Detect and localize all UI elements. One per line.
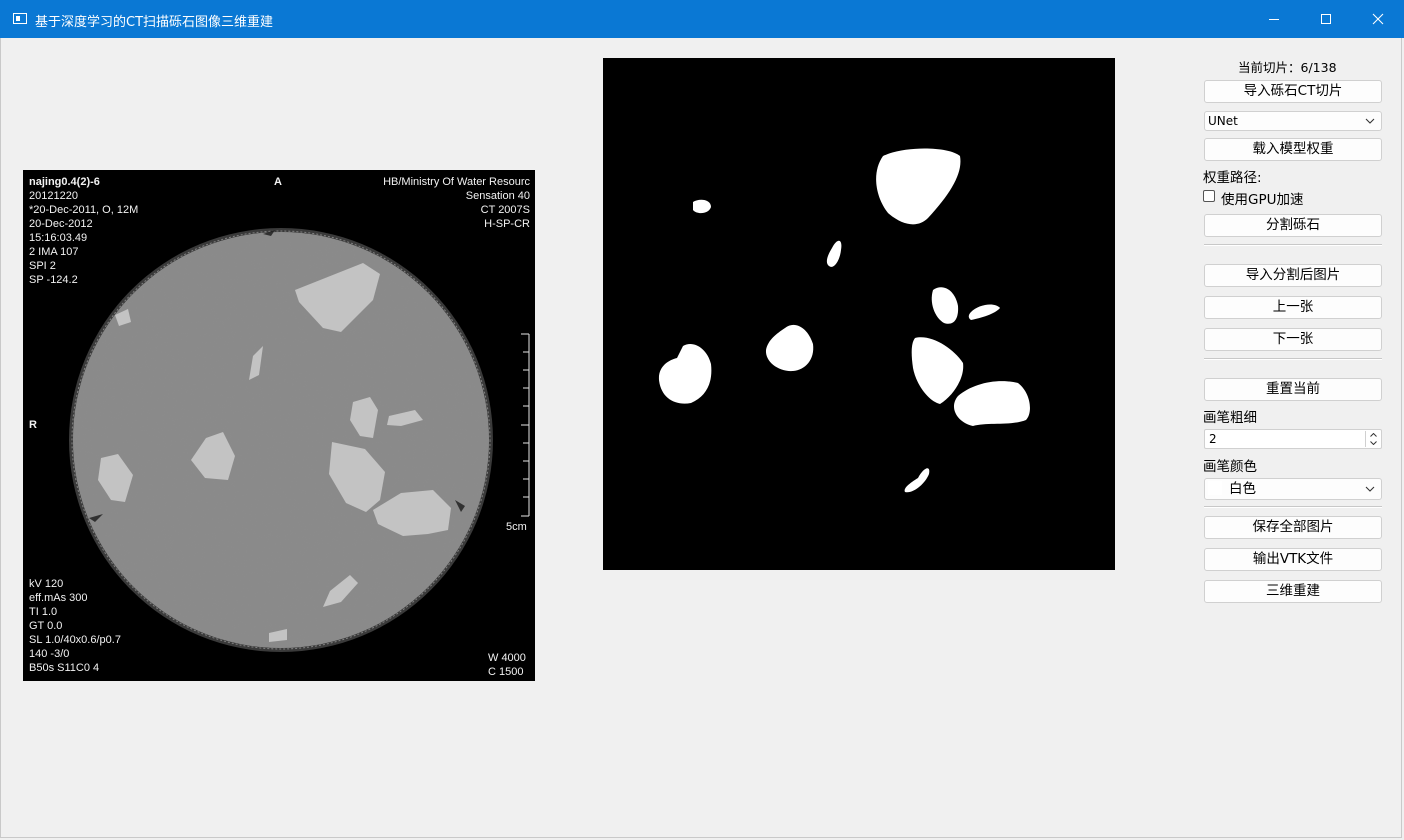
spin-down-icon[interactable] [1366,439,1380,447]
mask-blob [765,324,814,372]
3d-reconstruct-button[interactable]: 三维重建 [1204,580,1382,603]
ct-info-line: Sensation 40 [465,190,530,202]
mask-blob [658,344,712,404]
title-bar: 基于深度学习的CT扫描砾石图像三维重建 [0,0,1404,38]
brush-size-spinbox[interactable]: 2 [1204,429,1382,449]
ct-info-line: 2 IMA 107 [29,246,79,258]
model-select-value: UNet [1208,114,1238,128]
mask-blob [826,240,842,267]
segment-gravel-button[interactable]: 分割砾石 [1204,214,1382,237]
ct-info-bottom-left: kV 120 eff.mAs 300 TI 1.0 GT 0.0 SL 1.0/… [29,577,121,675]
mask-blob [968,304,1000,320]
ct-info-line: TI 1.0 [29,606,58,618]
brush-size-label: 画笔粗细 [1203,410,1257,426]
brush-color-select[interactable]: 白色 [1204,478,1382,500]
ct-info-line: eff.mAs 300 [29,592,88,604]
ct-info-line: SPI 2 [29,260,56,272]
reset-current-button[interactable]: 重置当前 [1204,378,1382,401]
ct-window-center: C 1500 [488,666,524,678]
ct-info-line: 20-Dec-2012 [29,218,93,230]
segmentation-mask-canvas[interactable] [603,58,1115,570]
ct-info-line: B50s S11C0 4 [29,662,100,674]
mask-blob [693,199,711,214]
color-swatch [1208,481,1222,495]
ct-window-width: W 4000 [488,652,526,664]
export-vtk-button[interactable]: 输出VTK文件 [1204,548,1382,571]
next-slice-button[interactable]: 下一张 [1204,328,1382,351]
ct-info-line: 20121220 [29,190,78,202]
ct-window-level: W 4000 C 1500 [488,651,526,679]
gpu-acceleration-label[interactable]: 使用GPU加速 [1221,188,1303,208]
maximize-button[interactable] [1300,0,1352,38]
chevron-down-icon [1365,486,1375,492]
ct-info-line: GT 0.0 [29,620,63,632]
minimize-icon [1269,19,1279,20]
ct-info-top-right: HB/Ministry Of Water Resourc Sensation 4… [383,175,530,231]
save-all-images-button[interactable]: 保存全部图片 [1204,516,1382,539]
mask-blob [876,148,961,225]
ct-info-line: SL 1.0/40x0.6/p0.7 [29,634,121,646]
ct-orientation-left: R [29,419,37,431]
ct-patient-name: najing0.4(2)-6 [29,176,100,188]
maximize-icon [1321,14,1331,24]
spin-up-icon[interactable] [1366,431,1380,439]
chevron-down-icon [1365,118,1375,124]
import-segmented-images-button[interactable]: 导入分割后图片 [1204,264,1382,287]
ct-info-line: HB/Ministry Of Water Resourc [383,176,530,188]
brush-color-value: 白色 [1229,481,1256,497]
ct-slice-image: najing0.4(2)-6 20121220 *20-Dec-2011, O,… [23,170,535,681]
load-model-weights-button[interactable]: 载入模型权重 [1204,138,1382,161]
spin-arrows[interactable] [1365,431,1380,447]
mask-blob [931,287,959,324]
import-ct-slices-button[interactable]: 导入砾石CT切片 [1204,80,1382,103]
ct-info-line: H-SP-CR [484,218,530,230]
close-icon [1372,13,1384,25]
minimize-button[interactable] [1248,0,1300,38]
brush-size-value: 2 [1209,432,1217,446]
ct-info-line: CT 2007S [480,204,530,216]
close-button[interactable] [1352,0,1404,38]
gpu-acceleration-checkbox[interactable] [1203,190,1215,202]
mask-blob [904,468,930,493]
model-select[interactable]: UNet [1204,111,1382,131]
mask-blob [953,381,1030,426]
mask-blob [911,337,964,404]
ct-info-top-left: najing0.4(2)-6 20121220 *20-Dec-2011, O,… [29,175,138,287]
current-slice-label: 当前切片：6/138 [1238,60,1337,75]
ct-info-line: 15:16:03.49 [29,232,88,244]
ct-info-line: 140 -3/0 [29,648,70,660]
mask-drawing [658,148,1030,493]
divider [1204,244,1382,246]
previous-slice-button[interactable]: 上一张 [1204,296,1382,319]
ct-info-line: kV 120 [29,578,64,590]
ct-scale-label: 5cm [506,521,527,533]
app-window-icon [13,13,27,24]
divider [1204,506,1382,508]
brush-color-label: 画笔颜色 [1203,459,1257,475]
ct-info-line: *20-Dec-2011, O, 12M [29,204,139,216]
divider [1204,358,1382,360]
ct-info-line: SP -124.2 [29,274,78,286]
weights-path-label: 权重路径: [1203,170,1262,186]
ct-orientation-top: A [274,176,282,188]
window-title: 基于深度学习的CT扫描砾石图像三维重建 [35,15,274,30]
